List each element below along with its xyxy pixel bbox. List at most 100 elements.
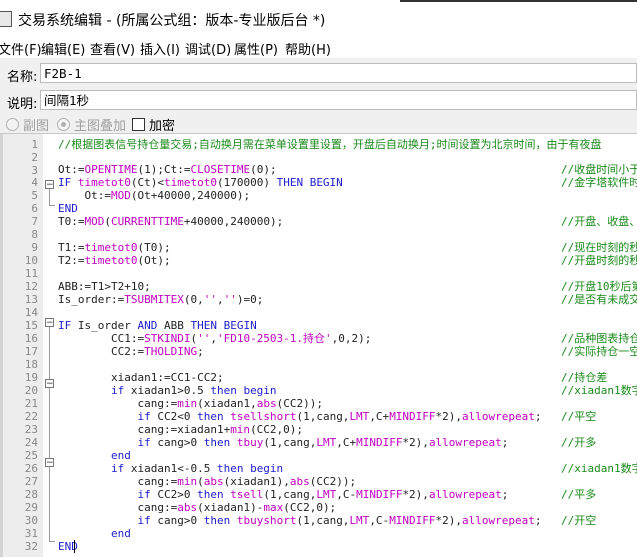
fold-end-marker bbox=[49, 541, 55, 542]
line-number: 23 bbox=[24, 423, 38, 436]
line-number: 8 bbox=[31, 228, 38, 241]
menu-file[interactable]: 文件(F) bbox=[0, 39, 42, 58]
window-top-edge bbox=[400, 0, 637, 2]
code-line: cang:=min(xiadan1,abs(CC2)); bbox=[58, 397, 323, 410]
line-number: 29 bbox=[24, 501, 38, 514]
description-label: 说明: bbox=[7, 97, 38, 112]
line-number: 5 bbox=[31, 189, 38, 202]
line-number: 24 bbox=[24, 436, 38, 449]
menu-insert[interactable]: 插入(I) bbox=[140, 39, 180, 58]
fold-toggle-icon[interactable]: − bbox=[45, 379, 54, 389]
code-comment: //实际持仓一空 bbox=[561, 345, 637, 358]
code-line: T0:=MOD(CURRENTTIME+40000,240000); bbox=[58, 215, 284, 228]
name-label: 名称: bbox=[7, 70, 38, 85]
line-number: 16 bbox=[24, 332, 38, 345]
code-comment: //品种图表持仓 bbox=[561, 332, 637, 345]
code-line: if xiadan1>0.5 then begin bbox=[110, 384, 277, 397]
code-line: IF timetot0(Ct)<timetot0(170000) THEN BE… bbox=[58, 176, 343, 189]
menu-help[interactable]: 帮助(H) bbox=[285, 39, 331, 58]
code-editor[interactable]: 1 2 3 4 5 6 7 8 9 10 11 12 13 14 15 16 1… bbox=[0, 133, 637, 557]
line-number: 9 bbox=[31, 241, 38, 254]
line-number: 14 bbox=[24, 306, 38, 319]
gutter-edge bbox=[0, 134, 3, 557]
fold-end-marker bbox=[49, 205, 55, 206]
code-line: CC2:=THOLDING; bbox=[58, 345, 204, 358]
menu-debug[interactable]: 调试(D) bbox=[185, 39, 231, 58]
line-number: 2 bbox=[31, 151, 38, 164]
code-comment: //开多 bbox=[561, 436, 597, 449]
fold-toggle-icon[interactable]: − bbox=[45, 458, 54, 468]
code-comment: //是否有未成交 bbox=[561, 293, 637, 306]
line-number: 7 bbox=[31, 215, 38, 228]
code-comment: //平多 bbox=[561, 488, 597, 501]
sub-chart-radio[interactable]: 副图 bbox=[6, 115, 49, 134]
code-line: cang:=min(abs(xiadan1),abs(CC2)); bbox=[58, 475, 357, 488]
line-number: 1 bbox=[31, 138, 38, 151]
code-comment: //开盘10秒后第 bbox=[561, 280, 637, 293]
line-number: 28 bbox=[24, 488, 38, 501]
radio-icon bbox=[6, 118, 19, 131]
menu-edit[interactable]: 编辑(E) bbox=[41, 39, 85, 58]
code-comment: //开盘、收盘、 bbox=[561, 215, 637, 228]
code-line: END bbox=[58, 202, 78, 215]
radio-selected-icon bbox=[57, 118, 70, 131]
app-icon bbox=[0, 11, 12, 27]
line-number: 20 bbox=[24, 384, 38, 397]
menu-properties[interactable]: 属性(P) bbox=[234, 39, 278, 58]
line-number: 31 bbox=[24, 527, 38, 540]
fold-toggle-icon[interactable]: − bbox=[45, 180, 54, 190]
code-line: cang:=xiadan1+min(CC2,0); bbox=[58, 423, 304, 436]
code-comment: //根据图表信号持仓量交易;自动换月需在菜单设置里设置，开盘后自动换月;时间设置… bbox=[58, 138, 602, 151]
line-number: 32 bbox=[24, 540, 38, 553]
title-bar: 交易系统编辑 - (所属公式组：版本-专业版后台 *) bbox=[0, 0, 637, 36]
code-line: Ot:=OPENTIME(1);Ct:=CLOSETIME(0); bbox=[58, 163, 277, 176]
fold-guide bbox=[49, 189, 50, 205]
code-line: ABB:=T1>T2+10; bbox=[58, 280, 151, 293]
code-line: IF Is_order AND ABB THEN BEGIN bbox=[58, 319, 257, 332]
code-comment: //xiadan1数字 bbox=[561, 384, 637, 397]
code-line: T1:=timetot0(T0); bbox=[58, 241, 171, 254]
code-line: Ot:=MOD(Ot+40000,240000); bbox=[58, 189, 251, 202]
code-line: if cang>0 then tbuyshort(1,cang,LMT,C-MI… bbox=[137, 514, 542, 527]
window-title: 交易系统编辑 - (所属公式组：版本-专业版后台 *) bbox=[18, 13, 326, 29]
text-cursor bbox=[74, 540, 75, 553]
line-number: 21 bbox=[24, 397, 38, 410]
fold-guide bbox=[49, 327, 50, 541]
code-line: xiadan1:=CC1-CC2; bbox=[58, 371, 224, 384]
code-comment: //现在时刻的秒 bbox=[561, 241, 637, 254]
line-number: 26 bbox=[24, 462, 38, 475]
code-line: end bbox=[110, 449, 131, 462]
sub-chart-label: 副图 bbox=[23, 119, 50, 134]
line-number: 12 bbox=[24, 280, 38, 293]
code-comment: //开盘时刻的秒 bbox=[561, 254, 637, 267]
main-overlay-radio[interactable]: 主图叠加 bbox=[57, 115, 126, 134]
code-line: end bbox=[110, 527, 131, 540]
line-number: 30 bbox=[24, 514, 38, 527]
line-number: 13 bbox=[24, 293, 38, 306]
code-comment: //持仓差 bbox=[561, 371, 608, 384]
code-comment: //xiadan1数字 bbox=[561, 462, 637, 475]
line-number: 27 bbox=[24, 475, 38, 488]
line-number: 18 bbox=[24, 358, 38, 371]
main-overlay-label: 主图叠加 bbox=[74, 119, 127, 134]
code-comment: //收盘时间小于 bbox=[561, 163, 637, 176]
checkbox-icon bbox=[132, 118, 145, 131]
encrypt-checkbox[interactable]: 加密 bbox=[132, 115, 175, 134]
name-field[interactable]: F2B-1 bbox=[40, 63, 637, 83]
line-number: 25 bbox=[24, 449, 38, 462]
fold-toggle-icon[interactable]: − bbox=[45, 318, 54, 328]
code-comment: //金字塔软件时 bbox=[561, 176, 637, 189]
line-number: 10 bbox=[24, 254, 38, 267]
code-line: CC1:=STKINDI('','FD10-2503-1.持仓',0,2); bbox=[58, 332, 372, 345]
line-number: 4 bbox=[31, 176, 38, 189]
line-number: 19 bbox=[24, 371, 38, 384]
menu-view[interactable]: 查看(V) bbox=[90, 39, 135, 58]
description-field[interactable]: 间隔1秒 bbox=[40, 90, 637, 110]
code-line: if cang>0 then tbuy(1,cang,LMT,C+MINDIFF… bbox=[137, 436, 509, 449]
code-line: if xiadan1<-0.5 then begin bbox=[110, 462, 284, 475]
code-line: cang:=abs(xiadan1)-max(CC2,0); bbox=[58, 501, 337, 514]
code-line: T2:=timetot0(Ot); bbox=[58, 254, 171, 267]
line-number: 22 bbox=[24, 410, 38, 423]
menu-bar: 文件(F) 编辑(E) 查看(V) 插入(I) 调试(D) 属性(P) 帮助(H… bbox=[0, 36, 637, 58]
code-comment: //开空 bbox=[561, 514, 597, 527]
